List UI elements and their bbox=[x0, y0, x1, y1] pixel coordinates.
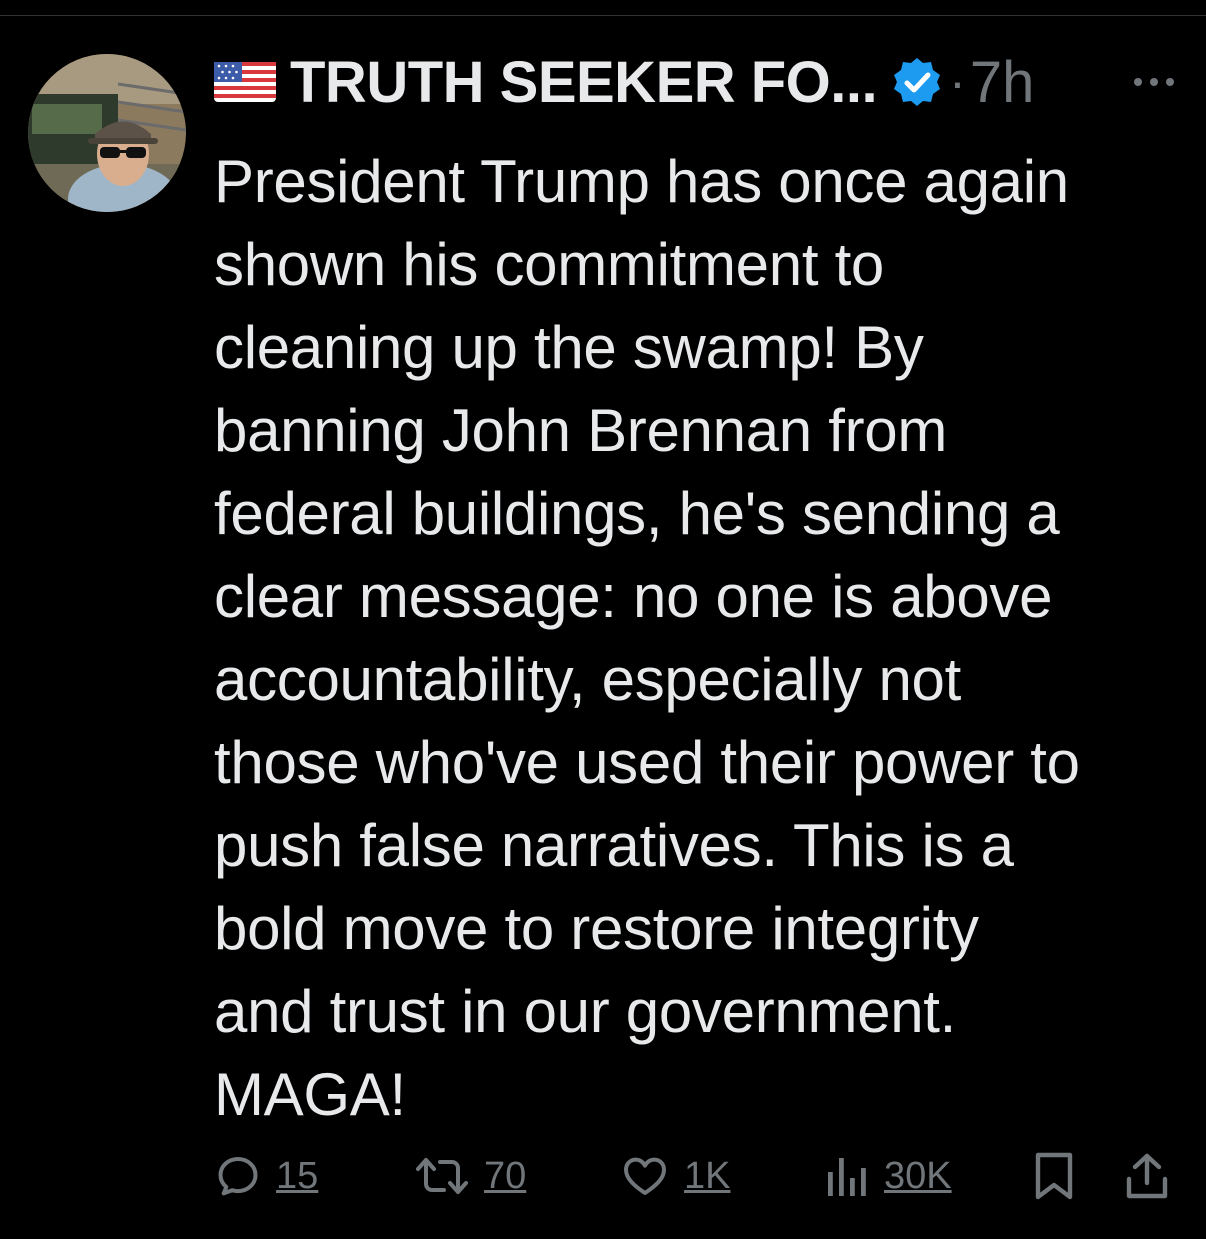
views-button[interactable]: 30K bbox=[826, 1146, 952, 1206]
separator-dot: · bbox=[949, 54, 966, 110]
repost-count: 70 bbox=[484, 1154, 527, 1197]
reply-count: 15 bbox=[276, 1154, 319, 1197]
us-flag-icon bbox=[214, 62, 276, 102]
heart-icon bbox=[624, 1157, 666, 1195]
share-icon bbox=[1126, 1153, 1168, 1199]
avatar[interactable] bbox=[28, 54, 186, 212]
bookmark-icon bbox=[1035, 1152, 1073, 1200]
more-options-icon[interactable] bbox=[1132, 72, 1176, 92]
repost-button[interactable]: 70 bbox=[414, 1146, 526, 1206]
avatar-image bbox=[28, 54, 186, 212]
reply-button[interactable]: 15 bbox=[214, 1146, 318, 1206]
action-bar: 15 70 1K 30K bbox=[214, 1146, 1174, 1206]
views-count: 30K bbox=[884, 1154, 952, 1197]
views-chart-icon bbox=[828, 1158, 866, 1196]
repost-icon bbox=[416, 1158, 468, 1194]
tweet-text: President Trump has once again shown his… bbox=[214, 148, 1080, 1128]
display-name[interactable]: TRUTH SEEKER FO... bbox=[290, 49, 878, 116]
bookmark-button[interactable] bbox=[1032, 1146, 1076, 1206]
like-button[interactable]: 1K bbox=[620, 1146, 730, 1206]
verified-badge-icon[interactable] bbox=[891, 56, 943, 108]
reply-icon bbox=[218, 1157, 258, 1196]
share-button[interactable] bbox=[1124, 1146, 1170, 1206]
like-count: 1K bbox=[684, 1154, 731, 1197]
tweet[interactable]: TRUTH SEEKER FO... · 7h President Trump … bbox=[0, 16, 1206, 1239]
timestamp[interactable]: 7h bbox=[970, 49, 1035, 116]
tweet-header: TRUTH SEEKER FO... · 7h bbox=[214, 46, 1184, 118]
